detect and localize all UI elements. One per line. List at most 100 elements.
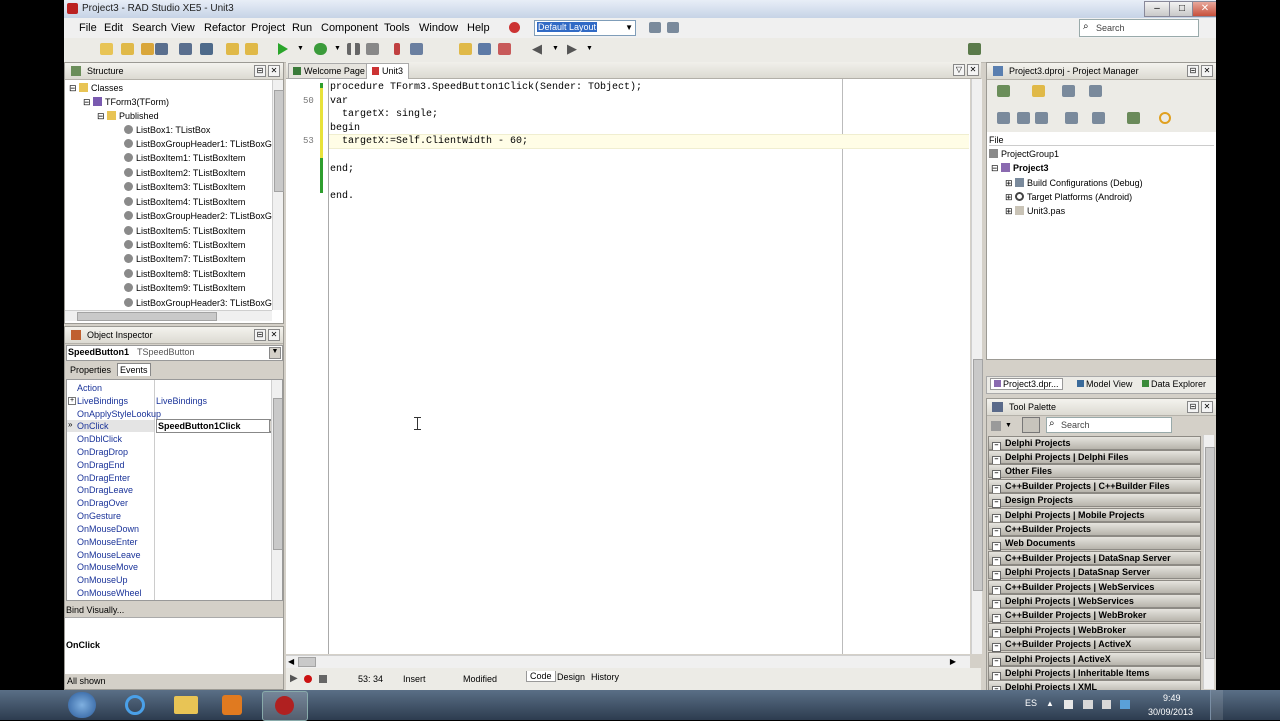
menu-run[interactable]: Run xyxy=(292,22,312,34)
scroll-thumb[interactable] xyxy=(77,312,217,321)
tree-item[interactable]: ListBoxItem5: TListBoxItem xyxy=(124,226,245,236)
scroll-thumb[interactable] xyxy=(274,90,284,192)
menu-help[interactable]: Help xyxy=(467,22,490,34)
tree-item[interactable]: ListBoxGroupHeader3: TListBoxGr xyxy=(124,298,275,308)
tree-item[interactable]: ListBoxGroupHeader2: TListBoxGr xyxy=(124,211,275,221)
new-items-icon[interactable] xyxy=(121,43,134,55)
set-debug-desktop-icon[interactable] xyxy=(667,22,679,33)
menu-tools[interactable]: Tools xyxy=(384,22,410,34)
tab-design[interactable]: Design xyxy=(557,672,585,682)
palette-category[interactable]: – Other Files xyxy=(988,464,1201,479)
menu-window[interactable]: Window xyxy=(419,22,458,34)
back-icon[interactable]: ◀ xyxy=(532,41,542,57)
pm-node[interactable]: ⊞ Build Configurations (Debug) xyxy=(1005,178,1143,189)
menu-component[interactable]: Component xyxy=(321,22,378,34)
palette-category[interactable]: – Delphi Projects xyxy=(988,436,1201,451)
event-row[interactable]: OnApplyStyleLookup xyxy=(77,409,161,419)
chevron-down-icon[interactable]: ▼ xyxy=(1005,422,1012,429)
back-dropdown-icon[interactable]: ▼ xyxy=(552,45,559,52)
palette-category[interactable]: – C++Builder Projects | DataSnap Server xyxy=(988,551,1201,566)
macro-stop-icon[interactable] xyxy=(319,675,327,683)
run-without-debug-dropdown-icon[interactable]: ▼ xyxy=(334,45,341,52)
pin-icon[interactable]: ⊟ xyxy=(1187,401,1199,413)
deploy-icon[interactable] xyxy=(968,43,981,55)
event-row[interactable]: OnDragEnter xyxy=(77,473,130,483)
layout-select[interactable]: Default Layout ▼ xyxy=(534,20,636,36)
tab-project-manager[interactable]: Project3.dpr... xyxy=(990,378,1063,390)
save-icon[interactable] xyxy=(155,43,168,55)
palette-category[interactable]: – Delphi Projects | DataSnap Server xyxy=(988,565,1201,580)
pm-node[interactable]: ⊞ Target Platforms (Android) xyxy=(1005,192,1132,203)
menu-view[interactable]: View xyxy=(171,22,195,34)
close-tool-palette-icon[interactable]: ✕ xyxy=(1201,401,1213,413)
editor-vscrollbar[interactable] xyxy=(971,79,983,654)
tab-list-icon[interactable]: ▽ xyxy=(953,64,965,76)
remove-file-icon[interactable] xyxy=(245,43,258,55)
event-row[interactable]: OnMouseUp xyxy=(77,575,128,585)
event-row[interactable]: OnMouseDown xyxy=(77,524,139,534)
menu-project[interactable]: Project xyxy=(251,22,285,34)
options-icon[interactable] xyxy=(1089,85,1102,97)
tab-data-explorer[interactable]: Data Explorer xyxy=(1142,379,1206,389)
run-dropdown-icon[interactable]: ▼ xyxy=(297,45,304,52)
tree-item[interactable]: ListBoxItem9: TListBoxItem xyxy=(124,283,245,293)
scroll-thumb[interactable] xyxy=(273,398,282,550)
expand-icon[interactable]: + xyxy=(68,397,76,405)
layout-icon[interactable] xyxy=(509,22,520,33)
tree-item[interactable]: ListBoxItem8: TListBoxItem xyxy=(124,269,245,279)
tree-item[interactable]: ListBoxItem3: TListBoxItem xyxy=(124,182,245,192)
close-structure-icon[interactable]: ✕ xyxy=(268,65,280,77)
open-project-icon[interactable] xyxy=(200,43,213,55)
menu-search[interactable]: Search xyxy=(132,22,167,34)
event-row[interactable]: OnClick xyxy=(77,421,109,431)
palette-category[interactable]: – C++Builder Projects xyxy=(988,522,1201,537)
forward-icon[interactable]: ▶ xyxy=(567,41,577,57)
scroll-thumb[interactable] xyxy=(973,359,983,591)
media-player-icon[interactable] xyxy=(222,695,242,715)
palette-scrollbar[interactable] xyxy=(1203,435,1215,689)
object-selector[interactable]: SpeedButton1 TSpeedButton ▼ xyxy=(66,345,283,361)
close-inspector-icon[interactable]: ✕ xyxy=(268,329,280,341)
tree-classes[interactable]: ⊟ Classes xyxy=(69,83,123,94)
clock-time[interactable]: 9:49 xyxy=(1163,693,1181,703)
palette-category[interactable]: – Delphi Projects | WebBroker xyxy=(988,623,1201,638)
pm-project-group[interactable]: ProjectGroup1 xyxy=(989,149,1059,159)
event-row[interactable]: LiveBindings xyxy=(77,396,128,406)
tab-welcome-page[interactable]: Welcome Page xyxy=(288,63,370,79)
internet-explorer-icon[interactable] xyxy=(125,695,145,715)
close-project-manager-icon[interactable]: ✕ xyxy=(1201,65,1213,77)
event-value-editor[interactable]: SpeedButton1Click ▼ xyxy=(156,419,282,433)
palette-category[interactable]: – C++Builder Projects | ActiveX xyxy=(988,637,1201,652)
menu-edit[interactable]: Edit xyxy=(104,22,123,34)
minimize-button[interactable]: – xyxy=(1144,1,1170,17)
palette-category[interactable]: – C++Builder Projects | WebServices xyxy=(988,580,1201,595)
start-button[interactable] xyxy=(68,692,96,718)
tree-item[interactable]: ListBoxItem4: TListBoxItem xyxy=(124,197,245,207)
event-row[interactable]: OnMouseMove xyxy=(77,562,138,572)
scroll-thumb[interactable] xyxy=(1205,447,1215,659)
forward-dropdown-icon[interactable]: ▼ xyxy=(586,45,593,52)
close-tab-icon[interactable]: ✕ xyxy=(967,64,979,76)
save-all-icon[interactable] xyxy=(179,43,192,55)
tree-published[interactable]: ⊟ Published xyxy=(97,111,159,122)
macro-record-icon[interactable] xyxy=(304,675,312,683)
view-icon[interactable] xyxy=(1065,112,1078,124)
scroll-right-icon[interactable]: ▶ xyxy=(950,657,956,666)
structure-hscrollbar[interactable] xyxy=(65,310,272,321)
pm-node[interactable]: ⊞ Unit3.pas xyxy=(1005,206,1065,217)
pin-icon[interactable]: ⊟ xyxy=(254,329,266,341)
tray-app-icon[interactable] xyxy=(1120,700,1130,709)
remove-icon[interactable] xyxy=(1062,85,1075,97)
event-row[interactable]: OnDragDrop xyxy=(77,447,128,457)
run-icon[interactable] xyxy=(278,43,288,55)
sync-icon[interactable] xyxy=(997,112,1010,124)
categories-icon[interactable] xyxy=(991,421,1001,431)
palette-category[interactable]: – Delphi Projects | XML xyxy=(988,680,1201,690)
toggle-form-icon[interactable] xyxy=(459,43,472,55)
collapse-icon[interactable] xyxy=(1035,112,1048,124)
explorer-icon[interactable] xyxy=(174,696,198,714)
palette-category[interactable]: – Delphi Projects | Mobile Projects xyxy=(988,508,1201,523)
tree-item[interactable]: ListBoxItem6: TListBoxItem xyxy=(124,240,245,250)
add-file-icon[interactable] xyxy=(226,43,239,55)
scroll-left-icon[interactable]: ◀ xyxy=(288,657,294,666)
